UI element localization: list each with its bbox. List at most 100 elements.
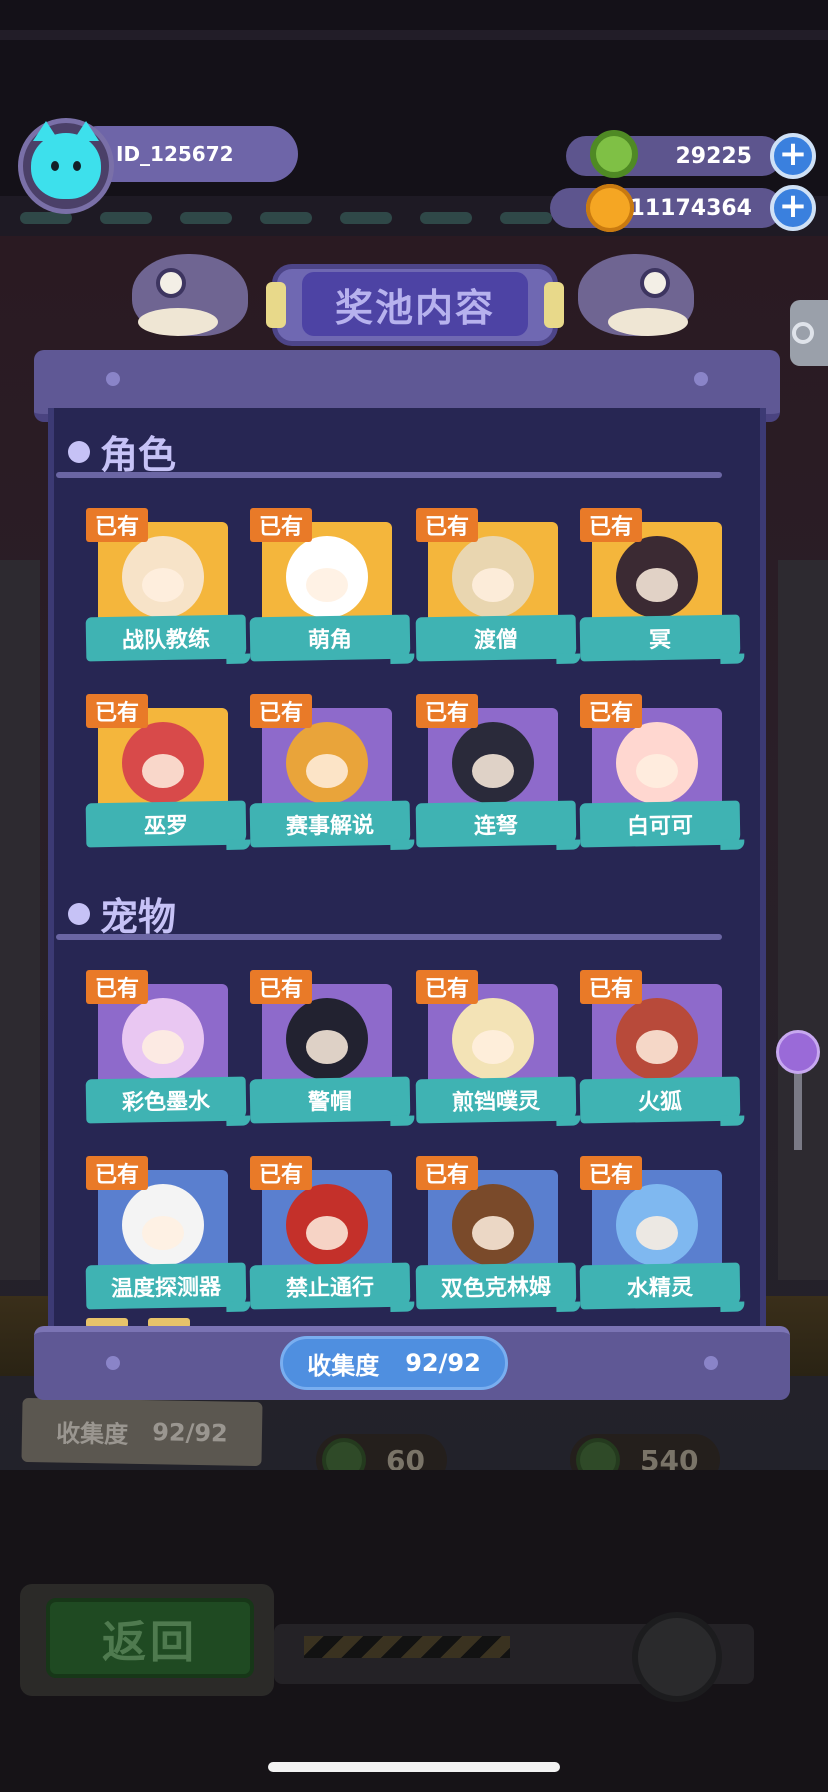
item-card[interactable]: 已有 白可可 (579, 690, 742, 850)
item-face (472, 568, 514, 602)
gold-planet-value: 11174364 (629, 195, 752, 221)
collection-value: 92/92 (405, 1349, 481, 1377)
section-divider (56, 934, 722, 940)
item-face (306, 568, 348, 602)
rail-dash (180, 212, 232, 224)
owned-badge: 已有 (86, 508, 148, 542)
owned-badge: 已有 (250, 694, 312, 728)
item-face (306, 754, 348, 788)
item-card[interactable]: 已有 温度探测器 (85, 1152, 248, 1312)
item-name: 温度探测器 (85, 1262, 247, 1310)
add-green-coin-button[interactable]: + (770, 133, 816, 179)
owned-badge: 已有 (416, 508, 478, 542)
owned-badge: 已有 (250, 1156, 312, 1190)
avatar[interactable] (18, 118, 114, 214)
machine-side-right (778, 560, 828, 1280)
frame-rivet (106, 372, 120, 386)
fish-left-icon (132, 254, 248, 336)
rail-dash (340, 212, 392, 224)
item-face (142, 568, 184, 602)
item-face (636, 1030, 678, 1064)
modal-title: 奖池内容 (302, 272, 528, 336)
rail-dash (420, 212, 472, 224)
frame-rivet (704, 1356, 718, 1370)
item-face (636, 568, 678, 602)
hazard-stripe (304, 1636, 510, 1658)
background-collection-label: 收集度 (55, 1419, 129, 1449)
item-name: 赛事解说 (249, 800, 411, 848)
section-label: 角色 (100, 433, 177, 477)
item-card[interactable]: 已有 渡僧 (415, 504, 578, 664)
fish-belly (608, 308, 688, 336)
rail-dash (100, 212, 152, 224)
item-face (636, 1216, 678, 1250)
home-indicator (268, 1762, 560, 1772)
item-card[interactable]: 已有冥 (579, 504, 742, 664)
cat-avatar-icon (31, 121, 101, 199)
item-card[interactable]: 已有 禁止通行 (249, 1152, 412, 1312)
lever-stick (794, 1070, 802, 1150)
owned-badge: 已有 (580, 508, 642, 542)
bullet-icon (68, 440, 90, 463)
item-name: 巫罗 (85, 800, 247, 848)
owned-badge: 已有 (580, 970, 642, 1004)
owned-badge: 已有 (416, 694, 478, 728)
item-card[interactable]: 已有 双色克林姆 (415, 1152, 578, 1312)
item-card[interactable]: 已有 萌角 (249, 504, 412, 664)
item-name: 火狐 (579, 1076, 741, 1124)
fish-belly (138, 308, 218, 336)
owned-badge: 已有 (250, 508, 312, 542)
banner-cap (266, 282, 286, 328)
owned-badge: 已有 (580, 1156, 642, 1190)
item-card[interactable]: 已有 火狐 (579, 966, 742, 1126)
background-collection-value: 92/92 (151, 1418, 229, 1448)
section-label: 宠物 (100, 895, 177, 939)
item-face (142, 754, 184, 788)
owned-badge: 已有 (416, 1156, 478, 1190)
item-face (306, 1030, 348, 1064)
item-face (472, 754, 514, 788)
item-name: 渡僧 (415, 614, 577, 662)
item-name: 战队教练 (85, 614, 247, 662)
item-name: 彩色墨水 (85, 1076, 247, 1124)
owned-badge: 已有 (86, 970, 148, 1004)
item-name: 禁止通行 (249, 1262, 411, 1310)
item-face (636, 754, 678, 788)
owned-badge: 已有 (416, 970, 478, 1004)
machine-knob (632, 1612, 722, 1702)
item-card[interactable]: 已有 煎铛噗灵 (415, 966, 578, 1126)
fish-eye (156, 268, 186, 298)
banner-cap (544, 282, 564, 328)
item-face (142, 1216, 184, 1250)
owned-badge: 已有 (250, 970, 312, 1004)
owned-badge: 已有 (86, 1156, 148, 1190)
bullet-icon (68, 902, 90, 925)
item-card[interactable]: 已有 警帽 (249, 966, 412, 1126)
item-card[interactable]: 已有 水精灵 (579, 1152, 742, 1312)
collection-progress: 收集度 92/92 (280, 1336, 508, 1390)
frame-rivet (694, 372, 708, 386)
owned-badge: 已有 (580, 694, 642, 728)
green-coin-icon (590, 130, 638, 178)
item-name: 警帽 (249, 1076, 411, 1124)
player-id: ID_125672 (116, 142, 234, 166)
item-card[interactable]: 已有 战队教练 (85, 504, 248, 664)
owned-badge: 已有 (86, 694, 148, 728)
top-divider (0, 30, 828, 40)
section-title-characters: 角色 (68, 424, 176, 479)
item-card[interactable]: 已有 连弩 (415, 690, 578, 850)
frame-rivet (106, 1356, 120, 1370)
item-name: 煎铛噗灵 (415, 1076, 577, 1124)
item-face (142, 1030, 184, 1064)
item-name: 连弩 (415, 800, 577, 848)
add-gold-planet-button[interactable]: + (770, 185, 816, 231)
back-button[interactable]: 返回 (46, 1598, 254, 1678)
item-face (472, 1030, 514, 1064)
item-name: 水精灵 (579, 1262, 741, 1310)
item-name: 双色克林姆 (415, 1262, 577, 1310)
rail-dash (500, 212, 552, 224)
item-card[interactable]: 已有 赛事解说 (249, 690, 412, 850)
item-card[interactable]: 已有 彩色墨水 (85, 966, 248, 1126)
clip-ring-icon (792, 322, 814, 344)
item-card[interactable]: 已有 巫罗 (85, 690, 248, 850)
